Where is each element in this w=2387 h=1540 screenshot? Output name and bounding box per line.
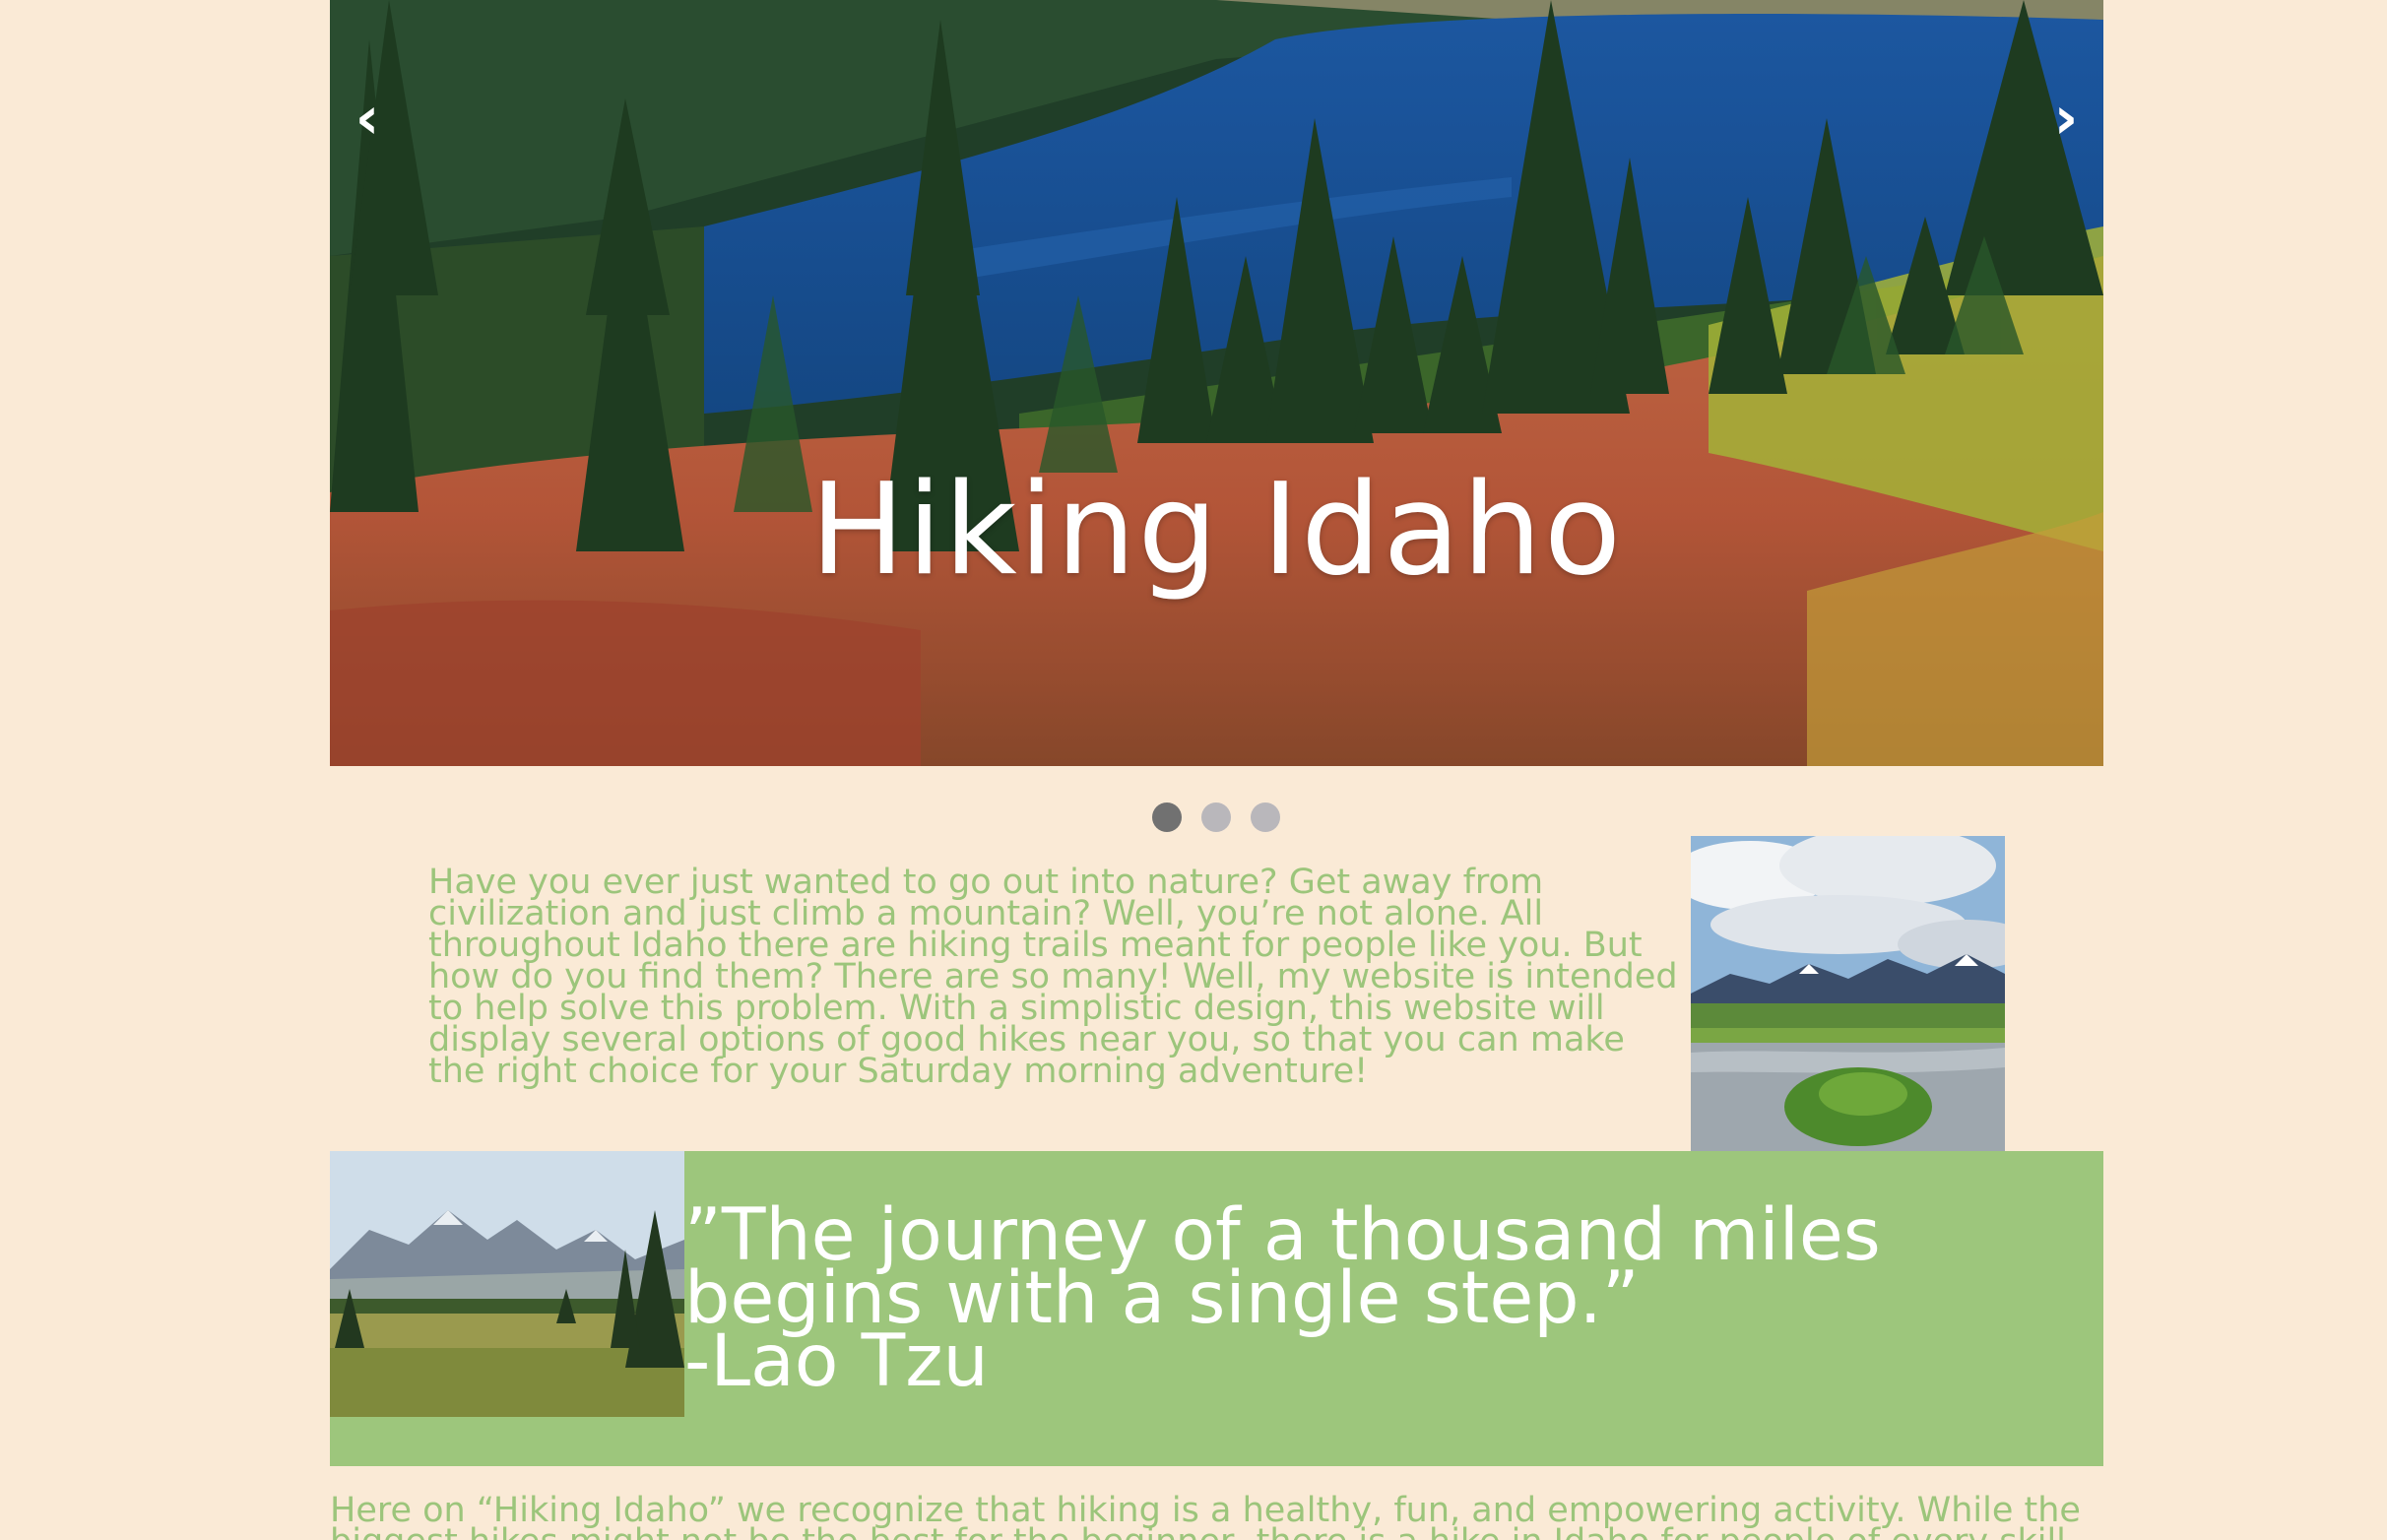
bottom-paragraph: Here on “Hiking Idaho” we recognize that… <box>330 1495 2103 1540</box>
slide-indicators <box>1152 802 1280 832</box>
previous-slide-button[interactable]: ‹ <box>338 79 397 158</box>
slide-dot-3[interactable] <box>1251 802 1280 832</box>
slide-dot-1[interactable] <box>1152 802 1182 832</box>
mountain-lake-photo <box>330 0 2103 766</box>
quote-text: ”The journey of a thousand miles begins … <box>684 1199 2102 1397</box>
quote-banner: ”The journey of a thousand miles begins … <box>330 1151 2103 1466</box>
page: Hiking Idaho ‹ › Have you ever just want… <box>0 0 2387 1540</box>
bottom-paragraph-line-2: biggest hikes might not be the best for … <box>330 1525 2103 1540</box>
intro-paragraph: Have you ever just wanted to go out into… <box>428 863 1678 1091</box>
quote-body: ”The journey of a thousand miles begins … <box>684 1193 1881 1340</box>
next-slide-button[interactable]: › <box>2036 79 2096 158</box>
meadow-peaks-photo <box>330 1151 684 1417</box>
hero-slideshow: Hiking Idaho ‹ › <box>330 0 2103 766</box>
hero-title: Hiking Idaho <box>809 457 1624 604</box>
slide-dot-2[interactable] <box>1201 802 1231 832</box>
river-mountains-photo <box>1691 836 2005 1151</box>
